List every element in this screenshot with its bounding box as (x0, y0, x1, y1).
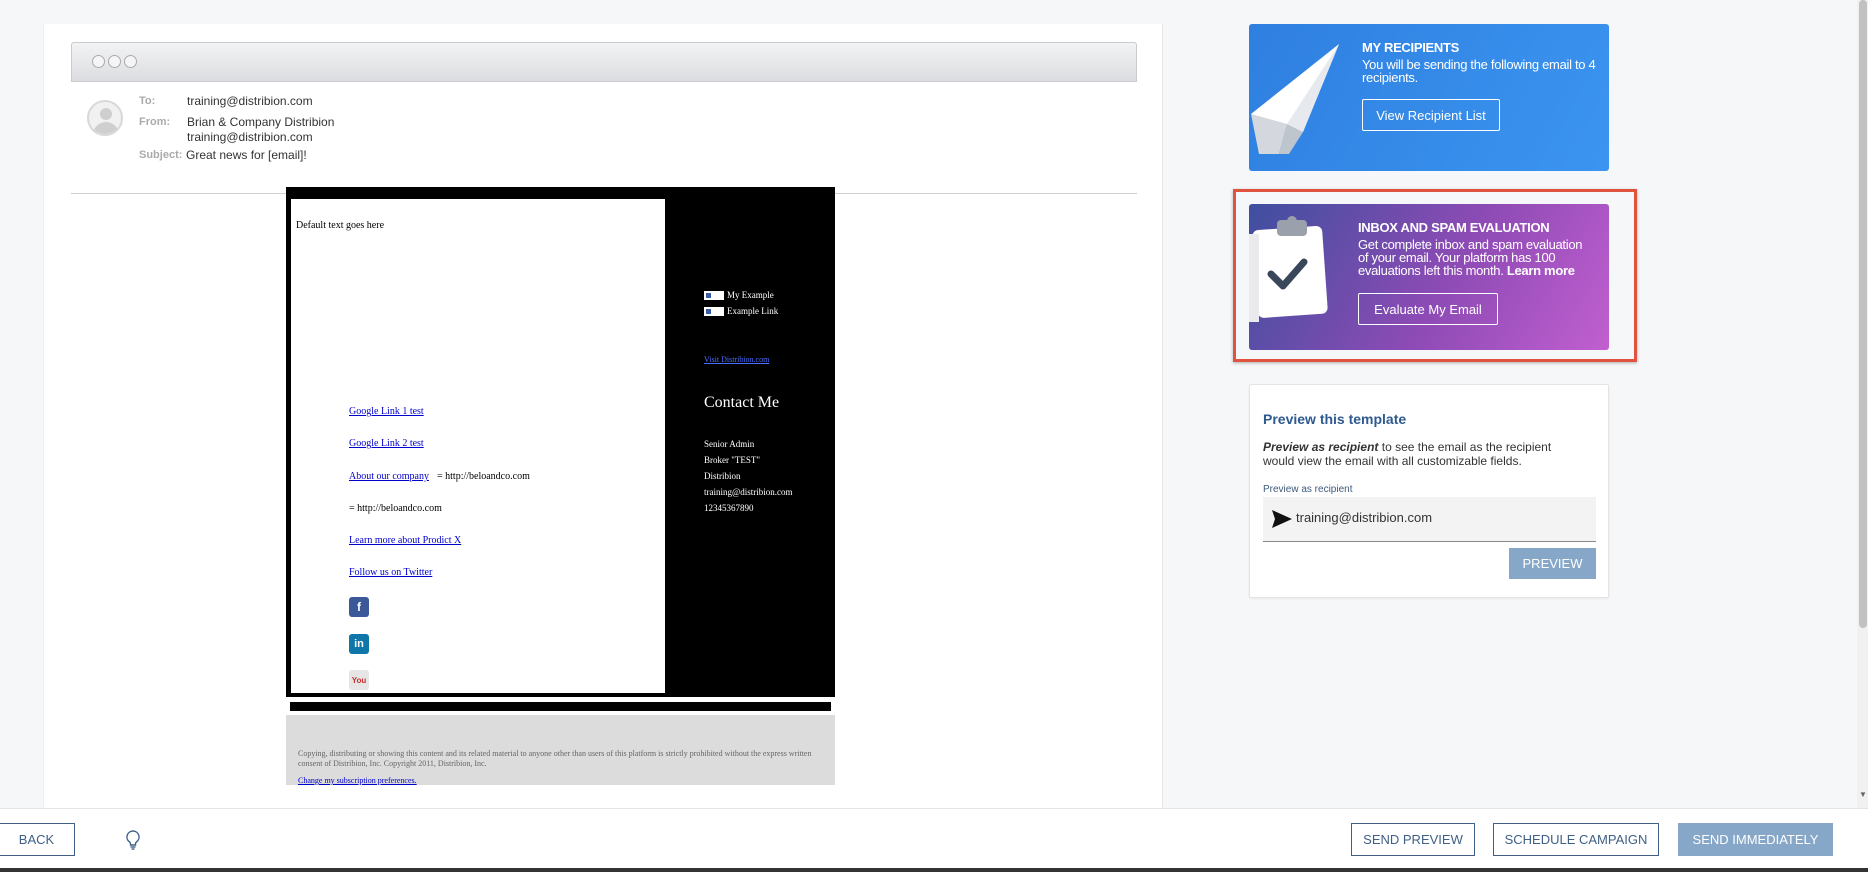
checkbox-icon (704, 307, 724, 317)
checkbox-icon (704, 291, 724, 301)
default-text: Default text goes here (296, 220, 385, 231)
email-main-column-edge (657, 243, 665, 693)
to-value: training@distribion.com (187, 94, 313, 108)
email-main-column-lower (291, 243, 657, 693)
subject-label: Subject: (139, 149, 183, 161)
contact-line: training@distribion.com (704, 487, 793, 497)
recipients-title: MY RECIPIENTS (1362, 40, 1459, 55)
linkedin-icon[interactable]: in (349, 634, 369, 654)
scroll-down-icon[interactable]: ▼ (1859, 790, 1867, 799)
preview-description: Preview as recipient to see the email as… (1263, 440, 1552, 468)
from-name: Brian & Company Distribion (187, 115, 335, 129)
send-preview-button[interactable]: SEND PREVIEW (1351, 823, 1475, 856)
lightbulb-icon[interactable] (125, 830, 141, 850)
preview-template-card: Preview this template Preview as recipie… (1249, 384, 1609, 598)
learn-more-link[interactable]: Learn more (1507, 263, 1575, 278)
preview-recipient-label: Preview as recipient (1263, 484, 1353, 495)
window-controls (92, 55, 137, 68)
subscription-link[interactable]: Change my subscription preferences. (298, 776, 417, 785)
scrollbar-thumb[interactable] (1859, 0, 1867, 628)
window-dot-icon (92, 55, 105, 68)
side-check-2: Example Link (704, 306, 778, 317)
twitter-link[interactable]: Follow us on Twitter (349, 567, 432, 578)
google-link-2[interactable]: Google Link 2 test (349, 438, 424, 449)
window-dot-icon (108, 55, 121, 68)
youtube-icon[interactable]: You (349, 670, 369, 690)
learn-more-product-link[interactable]: Learn more about Prodict X (349, 535, 461, 546)
facebook-icon[interactable]: f (349, 597, 369, 617)
send-icon (1272, 510, 1292, 528)
bottom-action-bar: BACK SEND PREVIEW SCHEDULE CAMPAIGN SEND… (0, 808, 1868, 870)
from-email: training@distribion.com (187, 130, 313, 144)
spam-evaluation-card: INBOX AND SPAM EVALUATION Get complete i… (1249, 204, 1609, 350)
spam-text: Get complete inbox and spam evaluation o… (1358, 237, 1583, 278)
schedule-campaign-button[interactable]: SCHEDULE CAMPAIGN (1493, 823, 1659, 856)
window-bottom-edge (0, 868, 1868, 872)
contact-line: Distribion (704, 471, 741, 481)
email-footer: Copying, distributing or showing this co… (286, 715, 835, 785)
email-divider-bar (290, 702, 831, 711)
preview-recipient-value: training@distribion.com (1296, 510, 1433, 525)
from-label: From: (139, 116, 171, 128)
email-body: Default text goes here Google Link 1 tes… (286, 187, 835, 785)
send-immediately-button[interactable]: SEND IMMEDIATELY (1678, 823, 1833, 856)
window-dot-icon (124, 55, 137, 68)
recipients-text: You will be sending the following email … (1362, 57, 1596, 85)
contact-line: Broker "TEST" (704, 455, 761, 465)
preview-title: Preview this template (1263, 411, 1407, 427)
view-recipient-list-button[interactable]: View Recipient List (1362, 99, 1500, 131)
copyright-text: Copying, distributing or showing this co… (298, 749, 812, 768)
google-link-1[interactable]: Google Link 1 test (349, 406, 424, 417)
visit-site-link[interactable]: Visit Distribion.com (704, 355, 769, 364)
evaluate-email-button[interactable]: Evaluate My Email (1358, 293, 1498, 325)
spam-title: INBOX AND SPAM EVALUATION (1358, 220, 1550, 235)
clipboard-check-icon (1249, 216, 1328, 322)
recipients-card: MY RECIPIENTS You will be sending the fo… (1249, 24, 1609, 171)
contact-line: Senior Admin (704, 439, 755, 449)
side-check-1: My Example (704, 290, 774, 301)
sender-avatar-icon (87, 100, 123, 136)
back-button[interactable]: BACK (0, 823, 75, 856)
about-url-text: = http://beloandco.com (437, 471, 530, 482)
subject-value: Great news for [email]! (186, 148, 307, 162)
paper-plane-icon (1251, 44, 1339, 154)
about-company-link[interactable]: About our company (349, 471, 429, 482)
contact-heading: Contact Me (704, 394, 780, 411)
to-label: To: (139, 95, 156, 107)
preview-button[interactable]: PREVIEW (1509, 548, 1596, 579)
contact-line: 12345367890 (704, 503, 754, 513)
preview-recipient-field[interactable]: training@distribion.com (1263, 497, 1596, 542)
plain-url-text: = http://beloandco.com (349, 503, 442, 514)
window-title-bar (71, 42, 1137, 82)
